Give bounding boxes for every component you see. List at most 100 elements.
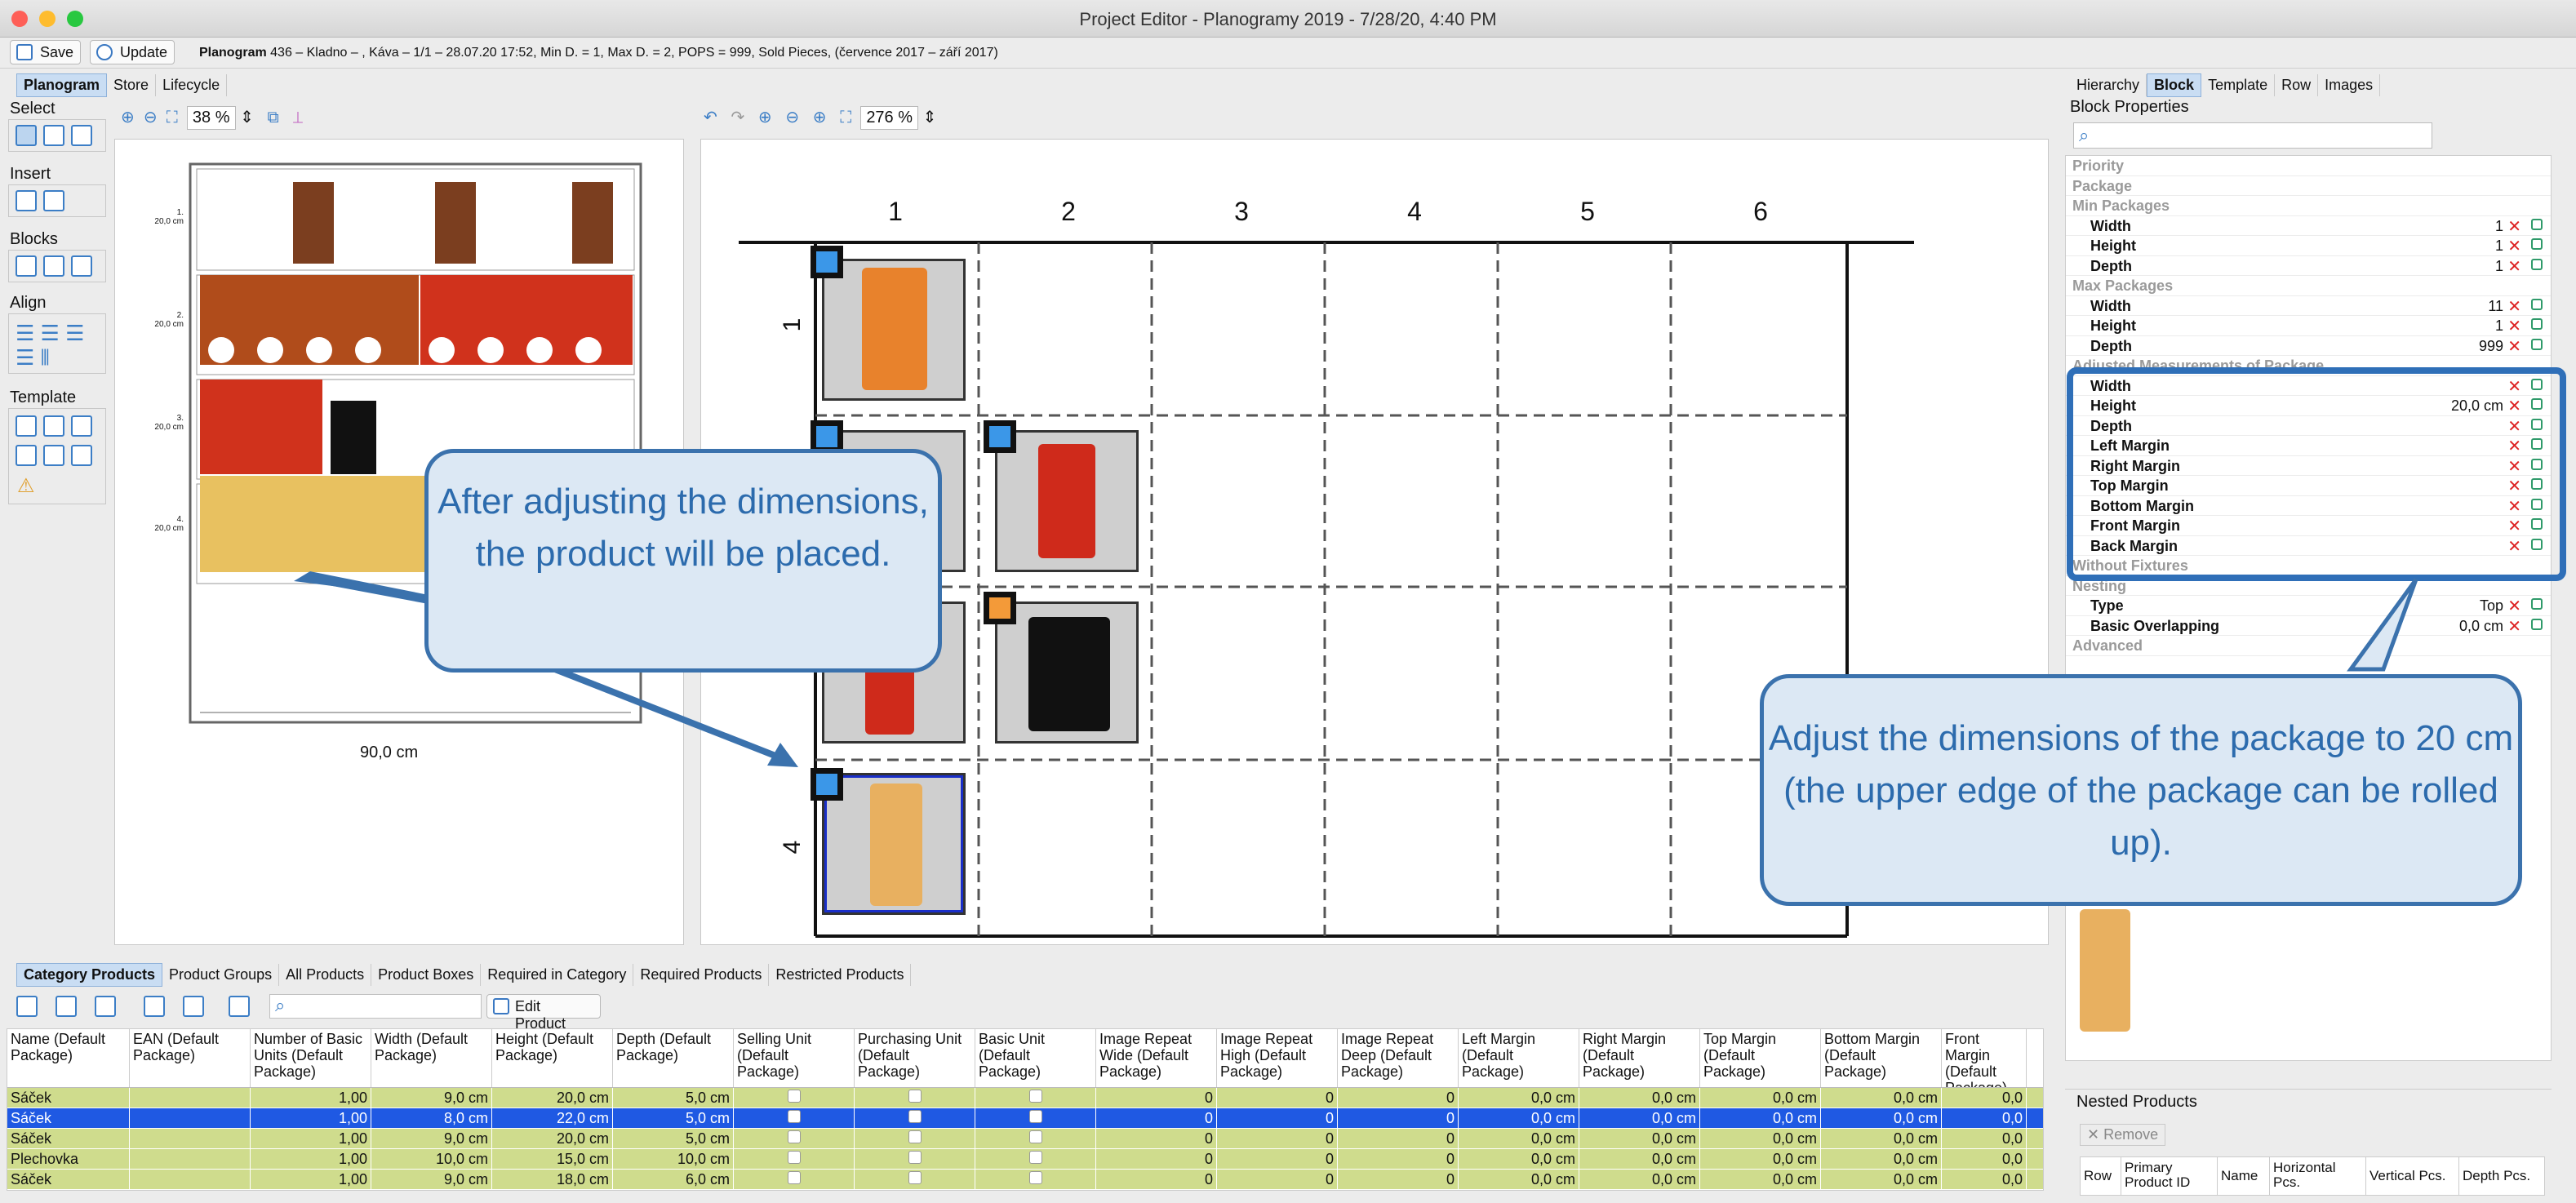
property-value[interactable]: 11 [2488, 298, 2503, 315]
property-value[interactable]: 1 [2495, 317, 2503, 335]
checkbox[interactable] [787, 1130, 801, 1143]
tab-block[interactable]: Block [2147, 73, 2202, 97]
reset-value-icon[interactable] [2531, 598, 2543, 610]
select-tool-icon[interactable] [16, 125, 37, 146]
property-value[interactable]: 1 [2495, 218, 2503, 235]
table-checkbox-cell[interactable] [855, 1108, 975, 1128]
zoom-reset-icon[interactable]: ⊕ [813, 109, 827, 127]
table-row[interactable]: Plechovka 1,00 10,0 cm 15,0 cm 10,0 cm 0 0 0 0,0… [7, 1149, 2043, 1170]
tab-all-products[interactable]: All Products [279, 964, 372, 986]
tab-hierarchy[interactable]: Hierarchy [2070, 74, 2147, 96]
zoom-out-icon-right[interactable]: ⊖ [785, 109, 799, 127]
checkbox[interactable] [908, 1090, 922, 1103]
clear-value-icon[interactable]: ✕ [2507, 256, 2521, 277]
clear-value-icon[interactable]: ✕ [2507, 336, 2521, 357]
property-section[interactable]: Advanced [2066, 636, 2551, 656]
property-section[interactable]: Package [2066, 176, 2551, 196]
table-checkbox-cell[interactable] [734, 1149, 855, 1169]
property-section[interactable]: Min Packages [2066, 196, 2551, 216]
clear-value-icon[interactable]: ✕ [2507, 216, 2521, 237]
column-header[interactable]: Selling Unit (Default Package) [734, 1029, 855, 1087]
table-checkbox-cell[interactable] [975, 1170, 1096, 1189]
reset-value-icon[interactable] [2531, 618, 2543, 630]
property-row[interactable]: Width 11 ✕ [2066, 296, 2551, 317]
insert-text-icon[interactable] [43, 190, 64, 211]
reset-value-icon[interactable] [2531, 298, 2543, 310]
redo-icon[interactable]: ↷ [731, 109, 744, 127]
table-checkbox-cell[interactable] [855, 1129, 975, 1148]
product-tool-5-icon[interactable] [183, 996, 204, 1017]
block-merge-icon[interactable] [43, 255, 64, 277]
column-header[interactable]: Number of Basic Units (Default Package) [251, 1029, 371, 1087]
block-cell-1-1[interactable] [822, 259, 966, 401]
product-tool-2-icon[interactable] [56, 996, 77, 1017]
zoom-in-icon[interactable]: ⊕ [121, 109, 135, 127]
reset-value-icon[interactable] [2531, 318, 2543, 330]
table-row[interactable]: Sáček 1,00 9,0 cm 20,0 cm 5,0 cm 0 0 0 0,0 cm 0,0… [7, 1129, 2043, 1149]
template-3-icon[interactable] [71, 415, 92, 437]
table-checkbox-cell[interactable] [855, 1149, 975, 1169]
tab-lifecycle[interactable]: Lifecycle [156, 74, 228, 96]
product-tool-1-icon[interactable] [16, 996, 38, 1017]
edit-product-button[interactable]: Edit Product [486, 994, 601, 1032]
copy-icon[interactable]: ⧉ [268, 109, 279, 127]
template-7-icon[interactable]: ⚠ [17, 474, 35, 498]
checkbox[interactable] [1028, 1130, 1042, 1143]
column-header[interactable]: Top Margin (Default Package) [1700, 1029, 1821, 1087]
clear-value-icon[interactable]: ✕ [2507, 236, 2521, 256]
table-checkbox-cell[interactable] [855, 1170, 975, 1189]
template-2-icon[interactable] [43, 415, 64, 437]
checkbox[interactable] [1028, 1171, 1042, 1184]
properties-search-input[interactable]: ⌕ [2073, 122, 2432, 149]
property-row[interactable]: Depth 1 ✕ [2066, 256, 2551, 277]
column-header[interactable]: EAN (Default Package) [130, 1029, 251, 1087]
table-checkbox-cell[interactable] [734, 1108, 855, 1128]
property-value[interactable]: 0,0 cm [2459, 618, 2503, 635]
column-header[interactable]: Bottom Margin (Default Package) [1821, 1029, 1942, 1087]
column-header[interactable]: Height (Default Package) [492, 1029, 613, 1087]
column-header[interactable]: Depth (Default Package) [613, 1029, 734, 1087]
zoom-out-icon[interactable]: ⊖ [144, 109, 158, 127]
table-checkbox-cell[interactable] [975, 1108, 1096, 1128]
column-header[interactable]: Image Repeat Deep (Default Package) [1338, 1029, 1459, 1087]
remove-button[interactable]: ✕ Remove [2080, 1124, 2166, 1146]
fit-icon-right[interactable]: ⛶ [840, 109, 851, 127]
property-value[interactable]: 1 [2495, 237, 2503, 255]
align-icons[interactable]: ☰ ☰ ☰ ☰ ⦀ [16, 321, 84, 370]
block-handle-orange[interactable] [984, 592, 1016, 624]
product-tool-6-icon[interactable] [229, 996, 250, 1017]
column-header[interactable]: Left Margin (Default Package) [1459, 1029, 1579, 1087]
property-value[interactable]: Top [2480, 597, 2503, 615]
table-checkbox-cell[interactable] [855, 1088, 975, 1108]
table-row[interactable]: Sáček 1,00 9,0 cm 20,0 cm 5,0 cm 0 0 0 0,0 cm 0,0… [7, 1088, 2043, 1108]
block-move-icon[interactable] [71, 255, 92, 277]
column-header[interactable]: Basic Unit (Default Package) [975, 1029, 1096, 1087]
clear-value-icon[interactable]: ✕ [2507, 296, 2521, 317]
property-section[interactable]: Max Packages [2066, 276, 2551, 296]
table-checkbox-cell[interactable] [734, 1129, 855, 1148]
tab-restricted-products[interactable]: Restricted Products [769, 964, 912, 986]
column-header[interactable]: Right Margin (Default Package) [1579, 1029, 1700, 1087]
column-header[interactable]: Width (Default Package) [371, 1029, 492, 1087]
block-cell-2-2[interactable] [995, 430, 1139, 572]
undo-icon[interactable]: ↶ [704, 109, 717, 127]
tab-category-products[interactable]: Category Products [16, 963, 163, 987]
update-button[interactable]: Update [90, 40, 175, 64]
tab-store[interactable]: Store [107, 74, 157, 96]
property-row[interactable]: Type Top ✕ [2066, 596, 2551, 616]
checkbox[interactable] [908, 1151, 922, 1164]
column-header[interactable]: Front Margin (Default Package) [1942, 1029, 2027, 1087]
clear-value-icon[interactable]: ✕ [2507, 316, 2521, 336]
lasso-select-icon[interactable] [71, 125, 92, 146]
block-handle-blue-2[interactable] [811, 420, 843, 453]
checkbox[interactable] [787, 1090, 801, 1103]
checkbox[interactable] [908, 1130, 922, 1143]
reset-value-icon[interactable] [2531, 338, 2543, 350]
zoom-stepper-icon[interactable]: ⇕ [240, 109, 254, 127]
checkbox[interactable] [787, 1110, 801, 1123]
product-tool-3-icon[interactable] [95, 996, 116, 1017]
table-checkbox-cell[interactable] [734, 1088, 855, 1108]
clear-value-icon[interactable]: ✕ [2507, 616, 2521, 637]
column-header[interactable]: Image Repeat Wide (Default Package) [1096, 1029, 1217, 1087]
table-checkbox-cell[interactable] [975, 1149, 1096, 1169]
